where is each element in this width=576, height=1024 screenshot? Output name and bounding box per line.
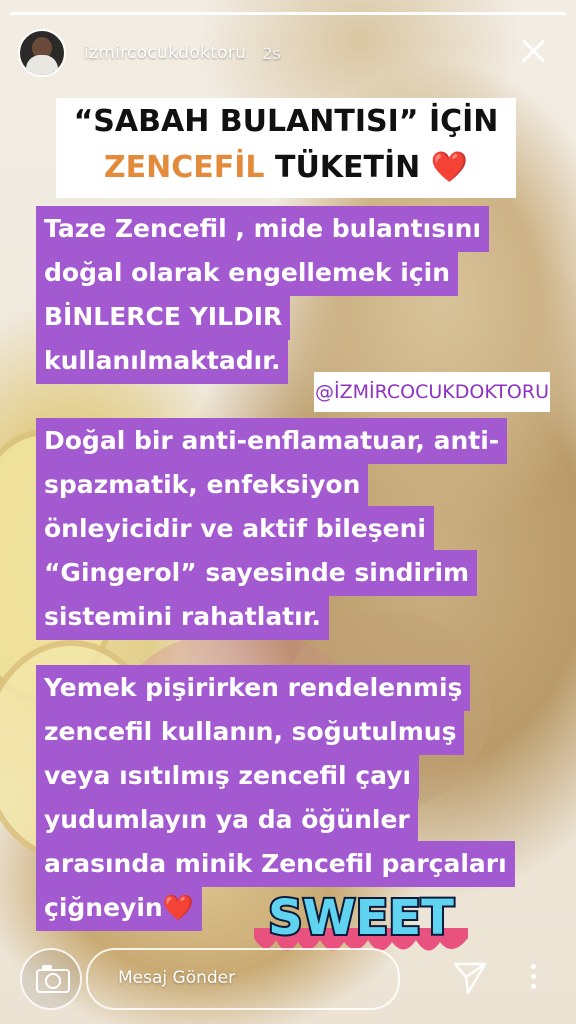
text-line: kullanılmaktadır.: [36, 338, 289, 384]
story-progress-fill: [10, 12, 566, 15]
camera-icon[interactable]: [20, 948, 82, 1010]
title-line1: “SABAH BULANTISI” İÇİN: [73, 104, 499, 139]
title-line2-rest: TÜKETİN: [274, 150, 421, 185]
username[interactable]: izmircocukdoktoru: [84, 43, 246, 63]
time-ago: 2s: [262, 43, 281, 63]
message-input[interactable]: Mesaj Gönder: [86, 948, 400, 1010]
text-line: spazmatik, enfeksiyon: [36, 462, 369, 508]
title-box: “SABAH BULANTISI” İÇİN ZENCEFİL TÜKETİN …: [56, 98, 516, 198]
more-vertical-icon[interactable]: [525, 964, 541, 994]
story-progress-bar: [10, 12, 566, 15]
text-line: Doğal bir anti-enflamatuar, anti-: [36, 418, 508, 464]
text-line: yudumlayın ya da öğünler: [36, 797, 418, 843]
message-placeholder: Mesaj Gönder: [118, 968, 236, 988]
text-line: veya ısıtılmış zencefil çayı: [36, 753, 420, 799]
text-line: BİNLERCE YILDIR: [36, 294, 291, 340]
story-header: izmircocukdoktoru 2s: [18, 29, 558, 77]
bottom-bar: Mesaj Gönder: [20, 944, 556, 1010]
avatar[interactable]: [18, 29, 66, 77]
heart-emoji: ❤️: [430, 150, 469, 185]
title-highlight: ZENCEFİL: [103, 150, 265, 185]
text-line: önleyicidir ve aktif bileşeni: [36, 506, 434, 552]
mention-sticker[interactable]: @İZMİRCOCUKDOKTORU: [314, 372, 550, 412]
paragraph-1: Taze Zencefil , mide bulantısını doğal o…: [36, 206, 490, 384]
send-icon[interactable]: [452, 960, 488, 996]
text-line: “Gingerol” sayesinde sindirim: [36, 550, 478, 596]
close-icon[interactable]: [518, 36, 548, 66]
text-line: zencefil kullanın, soğutulmuş: [36, 709, 465, 755]
text-line: Taze Zencefil , mide bulantısını: [36, 206, 490, 252]
text-line: doğal olarak engellemek için: [36, 250, 459, 296]
sweet-sticker-text: SWEET: [268, 890, 454, 946]
paragraph-2: Doğal bir anti-enflamatuar, anti- spazma…: [36, 418, 508, 640]
text-line: çiğneyin❤️: [36, 885, 202, 931]
title-line2: ZENCEFİL TÜKETİN ❤️: [56, 150, 516, 185]
text-line: sistemini rahatlatır.: [36, 594, 329, 640]
text-line: Yemek pişirirken rendelenmiş: [36, 665, 471, 711]
